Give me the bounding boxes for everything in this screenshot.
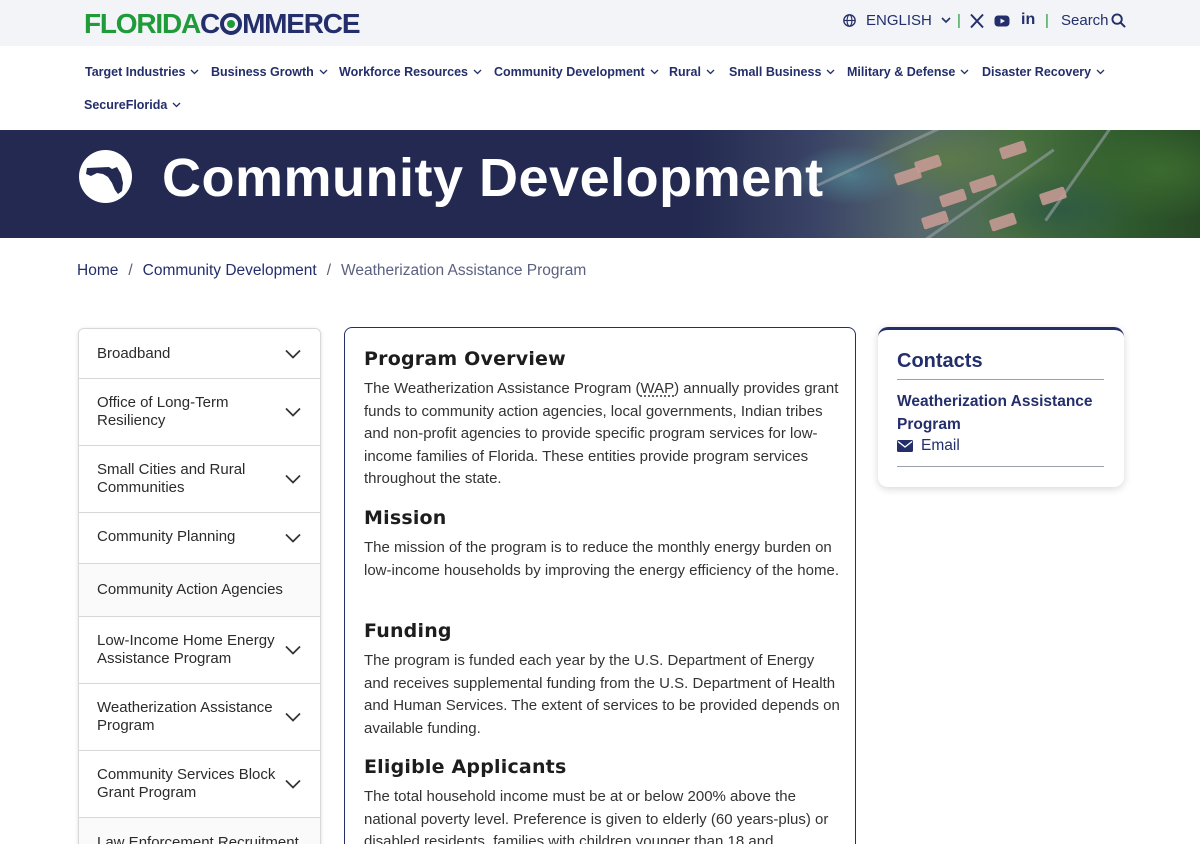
mission-text: The mission of the program is to reduce … xyxy=(364,539,839,579)
main-nav: Target Industries Business Growth Workfo… xyxy=(0,46,1200,130)
chevron-down-icon xyxy=(172,102,181,108)
chevron-down-icon xyxy=(285,533,301,543)
search-button[interactable]: Search xyxy=(1061,12,1126,29)
envelope-icon xyxy=(897,440,913,452)
nav-target-industries[interactable]: Target Industries xyxy=(85,65,199,79)
chevron-down-icon xyxy=(473,69,482,75)
sidebar-item-broadband[interactable]: Broadband xyxy=(79,329,320,379)
sidebar-item-csbg[interactable]: Community Services Block Grant Program xyxy=(79,751,320,818)
divider xyxy=(897,466,1104,467)
sidebar-item-label: Office of Long-Term Resiliency xyxy=(97,394,229,429)
mission-heading: Mission xyxy=(364,507,447,529)
sidebar-menu: Broadband Office of Long-Term Resiliency… xyxy=(78,328,321,844)
x-icon[interactable] xyxy=(969,13,985,29)
breadcrumb: Home / Community Development / Weatheriz… xyxy=(77,262,586,280)
nav-workforce-resources[interactable]: Workforce Resources xyxy=(339,65,482,79)
sidebar-item-label: Broadband xyxy=(97,345,171,362)
search-icon xyxy=(1111,13,1126,28)
divider: | xyxy=(957,12,961,29)
language-selector[interactable]: ENGLISH xyxy=(843,12,951,29)
eligible-applicants-heading: Eligible Applicants xyxy=(364,756,567,778)
chevron-down-icon xyxy=(285,349,301,359)
globe-icon xyxy=(843,14,856,27)
sidebar-item-community-planning[interactable]: Community Planning xyxy=(79,513,320,564)
sidebar-item-label: Weatherization Assistance Program xyxy=(97,699,273,734)
chevron-down-icon xyxy=(285,407,301,417)
contact-email-link[interactable]: Email xyxy=(897,437,960,455)
contact-program-name: Weatherization Assistance Program xyxy=(897,393,1093,433)
chevron-down-icon xyxy=(650,69,659,75)
wap-abbreviation[interactable]: WAP xyxy=(641,380,675,397)
language-label: ENGLISH xyxy=(866,12,932,29)
nav-secureflorida[interactable]: SecureFlorida xyxy=(84,98,181,112)
email-label: Email xyxy=(921,437,960,454)
nav-small-business[interactable]: Small Business xyxy=(729,65,835,79)
floridacommerce-logo[interactable]: FLORIDAC MMERCE xyxy=(84,9,361,39)
florida-seal-icon xyxy=(79,150,132,203)
sidebar-item-weatherization[interactable]: Weatherization Assistance Program xyxy=(79,684,320,751)
funding-text: The program is funded each year by the U… xyxy=(364,652,840,737)
breadcrumb-community-development[interactable]: Community Development xyxy=(143,262,317,280)
sidebar-item-law-enforcement-recruitment[interactable]: Law Enforcement Recruitment xyxy=(79,818,320,844)
sidebar-item-label: Community Services Block Grant Program xyxy=(97,766,276,801)
sidebar-item-label: Low-Income Home Energy Assistance Progra… xyxy=(97,632,275,667)
breadcrumb-separator: / xyxy=(326,262,331,279)
youtube-icon[interactable] xyxy=(994,13,1010,29)
nav-disaster-recovery[interactable]: Disaster Recovery xyxy=(982,65,1105,79)
sidebar-item-label: Small Cities and Rural Communities xyxy=(97,461,246,496)
chevron-down-icon xyxy=(191,69,199,75)
contacts-heading: Contacts xyxy=(897,350,983,372)
sidebar-item-small-cities[interactable]: Small Cities and Rural Communities xyxy=(79,446,320,513)
divider: | xyxy=(1045,12,1049,29)
overview-text: The Weatherization Assistance Program (W… xyxy=(364,380,839,488)
chevron-down-icon xyxy=(285,712,301,722)
nav-community-development[interactable]: Community Development xyxy=(494,65,659,79)
sidebar-item-long-term-resiliency[interactable]: Office of Long-Term Resiliency xyxy=(79,379,320,446)
search-label: Search xyxy=(1061,12,1109,29)
chevron-down-icon xyxy=(319,69,328,75)
hero-banner: Community Development xyxy=(0,130,1200,238)
florida-map-icon xyxy=(86,167,123,194)
contacts-card: Contacts Weatherization Assistance Progr… xyxy=(878,327,1124,487)
logo-o-mark xyxy=(220,13,243,35)
chevron-down-icon xyxy=(285,474,301,484)
sidebar-item-label: Community Planning xyxy=(97,528,236,545)
chevron-down-icon xyxy=(706,69,715,75)
nav-business-growth[interactable]: Business Growth xyxy=(211,65,328,79)
sidebar-item-label: Community Action Agencies xyxy=(97,581,283,598)
chevron-down-icon xyxy=(1096,69,1105,75)
sidebar-item-liheap[interactable]: Low-Income Home Energy Assistance Progra… xyxy=(79,617,320,684)
chevron-down-icon xyxy=(826,69,835,75)
utility-bar: FLORIDAC MMERCE ENGLISH | in | Search xyxy=(0,0,1200,46)
chevron-down-icon xyxy=(941,17,951,24)
breadcrumb-current: Weatherization Assistance Program xyxy=(341,262,587,279)
page-title: Community Development xyxy=(162,148,824,208)
overview-heading: Program Overview xyxy=(364,348,566,370)
chevron-down-icon xyxy=(285,779,301,789)
sidebar-item-label: Law Enforcement Recruitment xyxy=(97,834,299,844)
funding-heading: Funding xyxy=(364,620,452,642)
nav-rural[interactable]: Rural xyxy=(669,65,715,79)
program-content: Program Overview The Weatherization Assi… xyxy=(344,327,856,844)
chevron-down-icon xyxy=(285,645,301,655)
breadcrumb-separator: / xyxy=(128,262,133,279)
chevron-down-icon xyxy=(960,69,969,75)
linkedin-icon[interactable]: in xyxy=(1021,11,1035,29)
sidebar-item-community-action-agencies[interactable]: Community Action Agencies xyxy=(79,564,320,617)
eligible-applicants-text: The total household income must be at or… xyxy=(364,788,829,844)
breadcrumb-home[interactable]: Home xyxy=(77,262,118,280)
nav-military-defense[interactable]: Military & Defense xyxy=(847,65,969,79)
divider xyxy=(897,379,1104,380)
